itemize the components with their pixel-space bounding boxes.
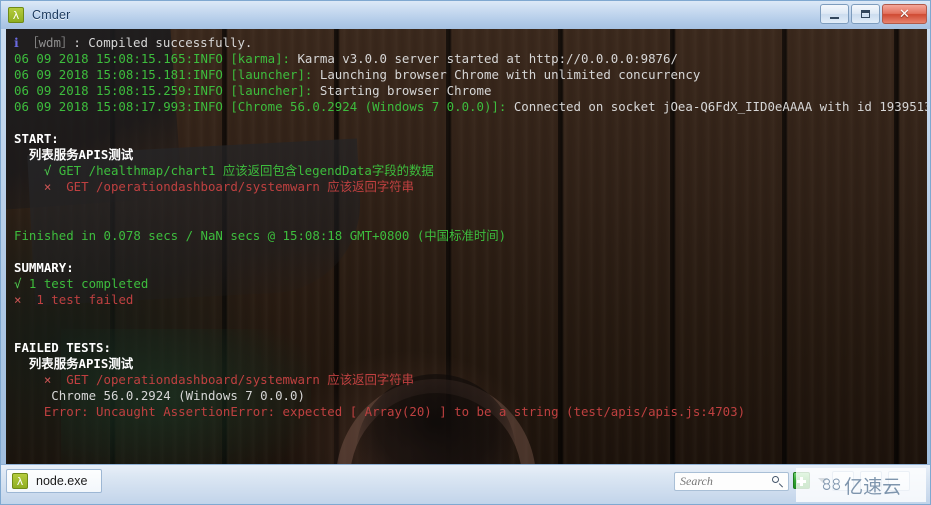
terminal-text: 列表服务APIS测试	[14, 355, 134, 371]
terminal-text: Starting browser Chrome	[312, 83, 492, 99]
cmder-window: λ Cmder ✕ ℹ ［wdm］: Compiled successfully…	[0, 0, 931, 505]
terminal-line-summary-completed: √ 1 test completed	[14, 276, 927, 292]
search-box[interactable]	[674, 472, 789, 491]
status-bar: λ node.exe ৪৪ 亿速云	[1, 464, 930, 504]
terminal-text: ［wdm］	[26, 35, 74, 50]
terminal-line-wdm-compiled: ℹ ［wdm］: Compiled successfully.	[14, 35, 927, 51]
terminal-text: START:	[14, 131, 59, 147]
terminal-line-blank-1	[14, 115, 927, 131]
terminal-line-error-line: Error: Uncaught AssertionError: expected…	[14, 404, 927, 420]
terminal-line-test-fail-2: × GET /operationdashboard/systemwarn 应该返…	[14, 372, 927, 388]
close-button[interactable]: ✕	[882, 4, 927, 24]
lambda-icon: λ	[8, 7, 24, 23]
watermark: ৪৪ 亿速云	[796, 468, 926, 502]
terminal-text: 列表服务APIS测试	[14, 147, 134, 163]
terminal-line-blank-6	[14, 324, 927, 340]
terminal-text: Launching browser Chrome with unlimited …	[312, 67, 701, 83]
terminal-line-chrome-connected: 06 09 2018 15:08:17.993:INFO [Chrome 56.…	[14, 99, 927, 115]
maximize-icon	[861, 10, 870, 18]
watermark-text: 亿速云	[844, 475, 902, 498]
terminal-text: GET /healthmap/chart1 应该返回包含legendData字段…	[58, 163, 434, 179]
terminal-text: 06 09 2018 15:08:15.259:INFO [launcher]:	[14, 83, 313, 99]
terminal-output: ℹ ［wdm］: Compiled successfully. 06 09 201…	[6, 29, 927, 466]
terminal-line-karma-started: 06 09 2018 15:08:15.165:INFO [karma]: Ka…	[14, 51, 927, 67]
terminal-text: ×	[14, 179, 67, 195]
terminal-text: Connected on socket jOea-Q6FdX_IID0eAAAA…	[506, 99, 927, 115]
tab-strip: λ node.exe	[6, 469, 103, 493]
terminal-panel[interactable]: ℹ ［wdm］: Compiled successfully. 06 09 201…	[6, 29, 927, 466]
terminal-line-test-fail-1: × GET /operationdashboard/systemwarn 应该返…	[14, 179, 927, 195]
minimize-button[interactable]	[820, 4, 849, 24]
terminal-line-blank-3	[14, 212, 927, 228]
maximize-button[interactable]	[851, 4, 880, 24]
terminal-line-chrome-version-line: Chrome 56.0.2924 (Windows 7 0.0.0)	[14, 388, 927, 404]
terminal-text: 06 09 2018 15:08:15.181:INFO [launcher]:	[14, 67, 313, 83]
title-bar[interactable]: λ Cmder ✕	[1, 1, 930, 29]
terminal-line-start-header: START:	[14, 131, 927, 147]
minimize-icon	[830, 16, 839, 19]
terminal-line-launcher-starting: 06 09 2018 15:08:15.259:INFO [launcher]:…	[14, 83, 927, 99]
search-input[interactable]	[675, 473, 770, 490]
terminal-text: √	[14, 163, 59, 179]
terminal-text: 06 09 2018 15:08:15.165:INFO [karma]:	[14, 51, 291, 67]
lambda-icon: λ	[12, 473, 28, 489]
terminal-text: FAILED TESTS:	[14, 339, 111, 355]
terminal-text: Finished in 0.078 secs / NaN secs @ 15:0…	[14, 227, 507, 243]
tab-label: node.exe	[36, 474, 88, 488]
terminal-line-failed-tests-header: FAILED TESTS:	[14, 340, 927, 356]
terminal-line-test-pass-1: √ GET /healthmap/chart1 应该返回包含legendData…	[14, 163, 927, 179]
terminal-line-summary-header: SUMMARY:	[14, 260, 927, 276]
terminal-text: ×	[14, 371, 67, 387]
terminal-text: Chrome 56.0.2924 (Windows 7 0.0.0)	[14, 388, 305, 404]
terminal-line-finished-line: Finished in 0.078 secs / NaN secs @ 15:0…	[14, 228, 927, 244]
terminal-text: GET /operationdashboard/systemwarn 应该返回字…	[66, 179, 415, 195]
terminal-line-blank-2	[14, 195, 927, 211]
watermark-logo-icon: ৪৪	[820, 473, 842, 495]
window-controls: ✕	[820, 4, 927, 24]
terminal-line-suite-name-2: 列表服务APIS测试	[14, 356, 927, 372]
terminal-text: 1 test failed	[28, 291, 134, 307]
terminal-text: ×	[14, 291, 29, 307]
terminal-line-launcher-launching: 06 09 2018 15:08:15.181:INFO [launcher]:…	[14, 67, 927, 83]
terminal-text: GET /operationdashboard/systemwarn 应该返回字…	[66, 371, 415, 387]
tab-node-exe[interactable]: λ node.exe	[6, 469, 103, 493]
terminal-text: √	[14, 275, 29, 291]
terminal-text: : Compiled successfully.	[73, 35, 253, 50]
close-icon: ✕	[899, 6, 910, 22]
terminal-line-suite-name-1: 列表服务APIS测试	[14, 147, 927, 163]
terminal-text: Error: Uncaught AssertionError: expected…	[14, 404, 746, 420]
window-title: Cmder	[32, 8, 71, 22]
terminal-text: SUMMARY:	[14, 259, 74, 275]
terminal-text: 06 09 2018 15:08:17.993:INFO [Chrome 56.…	[14, 99, 507, 115]
terminal-line-blank-5	[14, 308, 927, 324]
terminal-text: 1 test completed	[28, 275, 149, 291]
terminal-text: Karma v3.0.0 server started at http://0.…	[290, 51, 678, 67]
search-icon[interactable]	[771, 475, 785, 489]
terminal-line-blank-4	[14, 244, 927, 260]
terminal-line-summary-failed: × 1 test failed	[14, 292, 927, 308]
